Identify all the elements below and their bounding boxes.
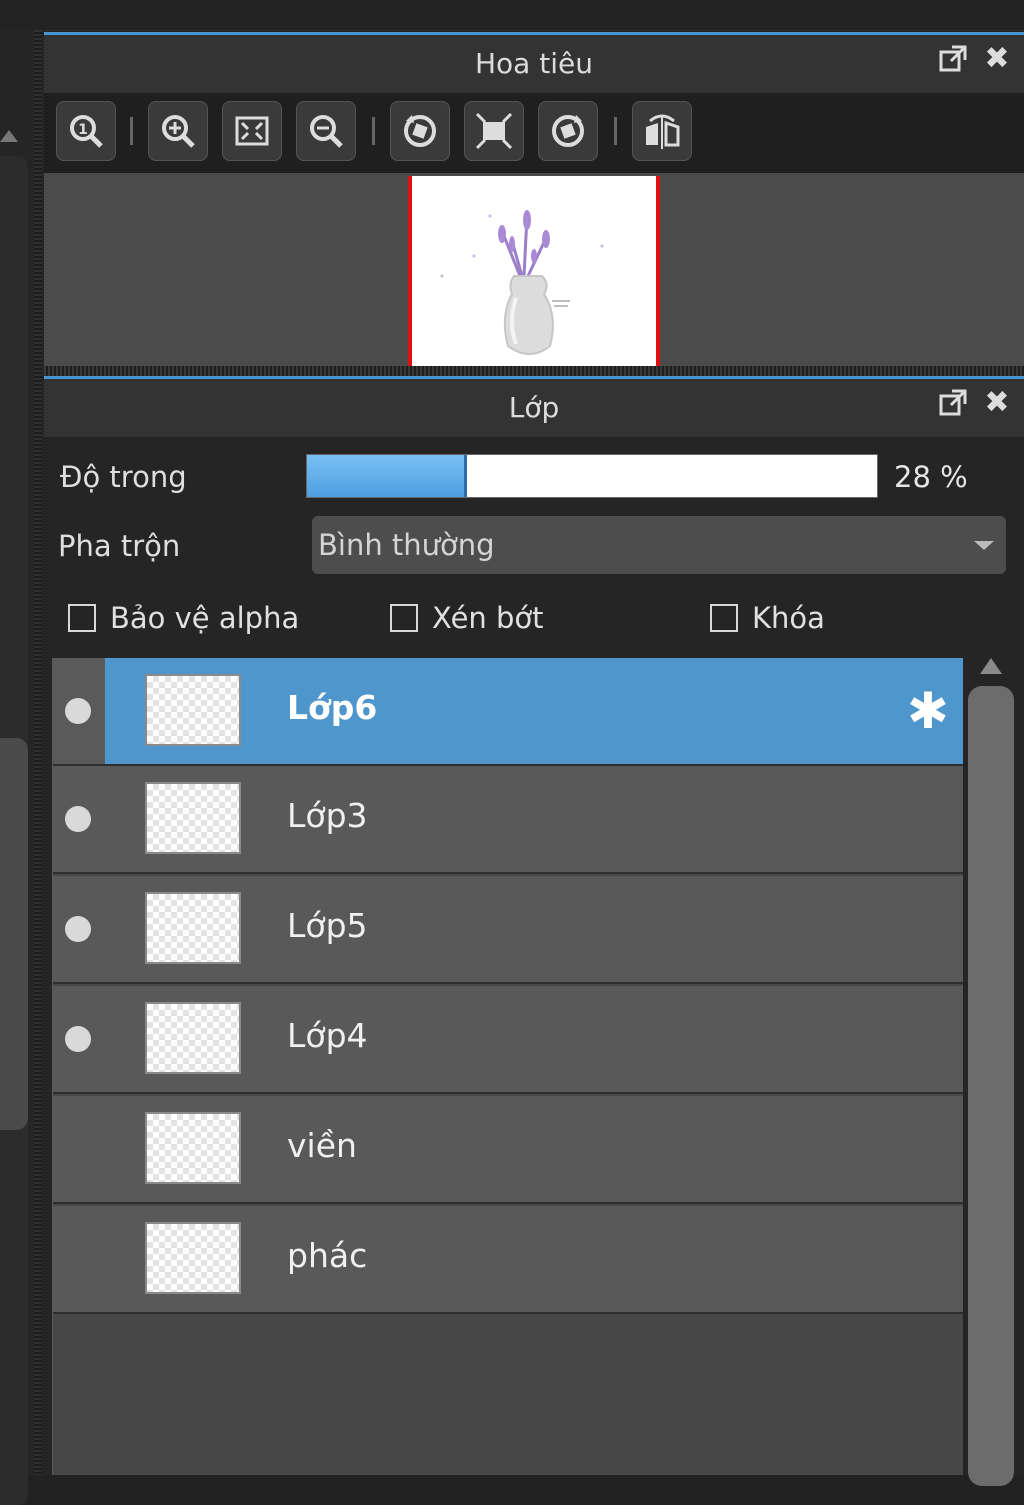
rotate-left-button[interactable]	[390, 101, 450, 161]
visibility-toggle[interactable]	[53, 1206, 105, 1312]
svg-text:1: 1	[78, 122, 88, 138]
navigator-header-buttons: ✖	[938, 44, 1012, 74]
visibility-toggle[interactable]	[53, 986, 105, 1092]
visibility-toggle[interactable]	[53, 766, 105, 872]
scroll-thumb[interactable]	[968, 686, 1014, 1486]
fit-screen-button[interactable]	[464, 101, 524, 161]
layer-row[interactable]: Lớp6 ✱	[53, 658, 963, 766]
visibility-toggle[interactable]	[53, 876, 105, 982]
layers-title: Lớp	[508, 391, 560, 424]
panel-splitter[interactable]	[34, 30, 42, 1475]
layer-row[interactable]: Lớp3	[53, 766, 963, 874]
layer-row[interactable]: viền	[53, 1096, 963, 1204]
visibility-toggle[interactable]	[53, 658, 105, 764]
navigator-header: Hoa tiêu	[44, 32, 1024, 93]
layer-name: viền	[287, 1126, 357, 1165]
opacity-value: 28 %	[894, 460, 968, 494]
zoom-actual-size-button[interactable]: 1	[56, 101, 116, 161]
layer-list-scrollbar[interactable]	[966, 658, 1018, 1486]
opacity-slider[interactable]	[306, 454, 878, 498]
visibility-dot-icon[interactable]	[65, 698, 91, 724]
layer-list: Lớp6 ✱ Lớp3 Lớp5 Lớp4 viền phác	[52, 658, 963, 1475]
navigator-panel: Hoa tiêu ✖ 1	[44, 32, 1024, 370]
rotate-left-icon	[404, 115, 436, 147]
flip-horizontal-icon	[646, 114, 680, 149]
top-strip	[0, 0, 1024, 31]
fit-screen-icon	[475, 112, 513, 150]
layer-row[interactable]: phác	[53, 1206, 963, 1314]
fit-to-window-button[interactable]	[222, 101, 282, 161]
clip-checkbox[interactable]: Xén bớt	[390, 601, 544, 635]
layer-row[interactable]: Lớp4	[53, 986, 963, 1094]
chevron-down-icon	[974, 541, 994, 550]
checkbox-box[interactable]	[710, 604, 738, 632]
layers-header: Lớp	[44, 376, 1024, 437]
layer-thumbnail	[145, 1112, 241, 1184]
zoom-in-icon	[162, 115, 195, 148]
clip-label: Xén bớt	[432, 601, 544, 635]
layer-name: phác	[287, 1236, 368, 1275]
left-sidebar	[0, 30, 44, 1505]
layer-name: Lớp5	[287, 906, 368, 945]
vase-preview-image	[440, 210, 604, 355]
blend-mode-select[interactable]: Bình thường	[312, 516, 1006, 574]
flip-horizontal-button[interactable]	[632, 101, 692, 161]
lock-checkbox[interactable]: Khóa	[710, 601, 825, 635]
opacity-label: Độ trong	[60, 460, 187, 494]
navigator-preview-area[interactable]	[44, 173, 1024, 370]
navigator-toolbar: 1	[44, 93, 1024, 173]
zoom-in-button[interactable]	[148, 101, 208, 161]
protect-alpha-label: Bảo vệ alpha	[110, 601, 300, 635]
zoom-actual-size-icon: 1	[70, 115, 103, 148]
toolbar-separator	[614, 117, 617, 145]
visibility-toggle[interactable]	[53, 1096, 105, 1202]
layer-thumbnail	[145, 674, 241, 746]
toolbar-separator	[130, 117, 133, 145]
canvas-preview[interactable]	[408, 176, 660, 366]
layer-name: Lớp3	[287, 796, 368, 835]
zoom-out-icon	[310, 115, 343, 148]
zoom-out-button[interactable]	[296, 101, 356, 161]
blend-mode-label: Pha trộn	[58, 529, 181, 563]
rotate-right-icon	[552, 115, 584, 147]
toolbar-separator	[372, 117, 375, 145]
opacity-slider-fill	[307, 455, 467, 497]
scroll-up-icon[interactable]	[0, 130, 18, 142]
panel-resize-handle[interactable]	[44, 366, 1024, 376]
layer-name: Lớp6	[287, 688, 378, 727]
blend-mode-value: Bình thường	[318, 528, 495, 562]
lock-label: Khóa	[752, 601, 825, 635]
undock-icon[interactable]	[938, 44, 968, 74]
undock-icon[interactable]	[938, 388, 968, 418]
layers-header-buttons: ✖	[938, 388, 1012, 418]
layer-thumbnail	[145, 1222, 241, 1294]
layer-thumbnail	[145, 782, 241, 854]
layer-row[interactable]: Lớp5	[53, 876, 963, 984]
sidebar-scroll-thumb[interactable]	[0, 738, 28, 1130]
visibility-dot-icon[interactable]	[65, 1026, 91, 1052]
layer-thumbnail	[145, 1002, 241, 1074]
visibility-dot-icon[interactable]	[65, 806, 91, 832]
gear-icon[interactable]: ✱	[901, 684, 955, 738]
layer-thumbnail	[145, 892, 241, 964]
layer-name: Lớp4	[287, 1016, 368, 1055]
layers-panel: Lớp ✖ Độ trong 28 % Pha trộn Bình thường…	[44, 376, 1024, 1486]
visibility-dot-icon[interactable]	[65, 916, 91, 942]
close-icon[interactable]: ✖	[982, 388, 1012, 418]
fit-to-window-icon	[235, 116, 269, 146]
protect-alpha-checkbox[interactable]: Bảo vệ alpha	[68, 601, 299, 635]
close-icon[interactable]: ✖	[982, 44, 1012, 74]
checkbox-box[interactable]	[68, 604, 96, 632]
checkbox-box[interactable]	[390, 604, 418, 632]
navigator-title: Hoa tiêu	[475, 47, 593, 80]
rotate-right-button[interactable]	[538, 101, 598, 161]
scroll-up-icon[interactable]	[980, 658, 1002, 674]
